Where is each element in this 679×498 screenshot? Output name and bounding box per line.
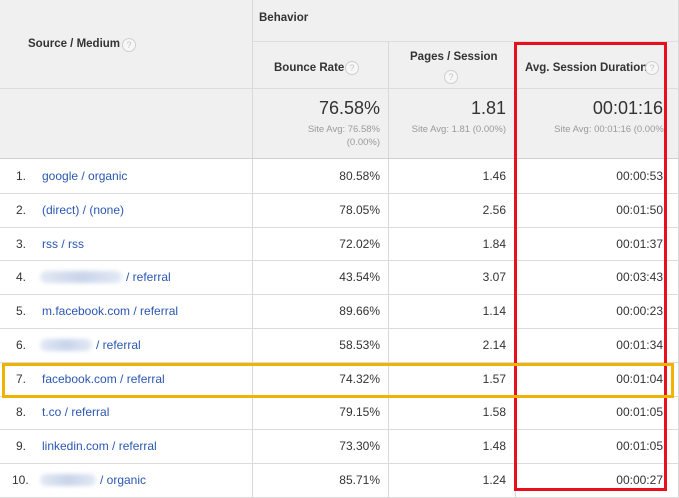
total-bounce-site-avg: Site Avg: 76.58%: [307, 124, 380, 135]
pages-session-cell: 1.84: [482, 237, 506, 251]
total-bounce-rate: 76.58%: [318, 98, 380, 118]
redacted-source: [40, 339, 92, 351]
row-number: 4.: [16, 270, 27, 284]
bounce-rate-cell: 43.54%: [339, 270, 380, 284]
pages-session-cell: 1.46: [482, 169, 506, 183]
row-number: 8.: [16, 405, 27, 419]
help-icon[interactable]: ?: [122, 38, 136, 52]
redacted-source: [40, 474, 96, 486]
row-number: 6.: [16, 338, 27, 352]
source-medium-link[interactable]: linkedin.com / referral: [42, 439, 157, 453]
bounce-rate-cell: 73.30%: [339, 439, 380, 453]
highlight-facebook-row: [2, 363, 674, 398]
help-icon[interactable]: ?: [345, 61, 359, 75]
behavior-group-label: Behavior: [259, 12, 309, 24]
pages-session-cell: 2.14: [482, 338, 506, 352]
source-medium-link[interactable]: rss / rss: [42, 237, 84, 251]
bounce-rate-cell: 58.53%: [339, 338, 380, 352]
row-number: 10.: [12, 473, 29, 487]
column-divider: [252, 0, 253, 497]
pages-session-cell: 2.56: [482, 203, 506, 217]
bounce-rate-label[interactable]: Bounce Rate: [274, 62, 344, 74]
bounce-rate-cell: 89.66%: [339, 304, 380, 318]
total-bounce-site-avg-change: (0.00%): [346, 137, 380, 148]
source-medium-link[interactable]: (direct) / (none): [42, 203, 124, 217]
total-pages-site-avg: Site Avg: 1.81 (0.00%): [411, 124, 506, 135]
pages-session-cell: 1.48: [482, 439, 506, 453]
row-number: 3.: [16, 237, 27, 251]
bounce-rate-cell: 79.15%: [339, 405, 380, 419]
redacted-source: [40, 271, 122, 283]
row-number: 1.: [16, 169, 27, 183]
row-number: 5.: [16, 304, 27, 318]
source-medium-link[interactable]: / referral: [96, 338, 141, 352]
row-number: 9.: [16, 439, 27, 453]
pages-session-cell: 1.14: [482, 304, 506, 318]
source-medium-link[interactable]: google / organic: [42, 169, 127, 183]
bounce-rate-cell: 80.58%: [339, 169, 380, 183]
pages-session-cell: 1.58: [482, 405, 506, 419]
bounce-rate-cell: 85.71%: [339, 473, 380, 487]
highlight-duration-column: [514, 42, 667, 491]
bounce-rate-cell: 78.05%: [339, 203, 380, 217]
total-pages-session: 1.81: [470, 98, 506, 118]
source-medium-label[interactable]: Source / Medium: [28, 38, 120, 50]
source-medium-link[interactable]: / organic: [100, 473, 146, 487]
source-medium-link[interactable]: / referral: [126, 270, 171, 284]
pages-session-label[interactable]: Pages / Session: [410, 51, 498, 63]
row-number: 2.: [16, 203, 27, 217]
pages-session-cell: 1.24: [482, 473, 506, 487]
bounce-rate-cell: 72.02%: [339, 237, 380, 251]
pages-session-cell: 3.07: [482, 270, 506, 284]
source-medium-link[interactable]: m.facebook.com / referral: [42, 304, 178, 318]
help-icon[interactable]: ?: [444, 70, 458, 84]
source-medium-link[interactable]: t.co / referral: [42, 405, 109, 419]
